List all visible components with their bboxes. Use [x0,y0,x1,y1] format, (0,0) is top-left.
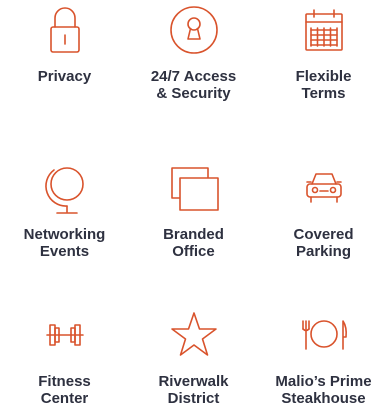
amenities-grid: Privacy 24/7 Access & Security Flexible … [0,0,388,419]
amenity-label: Networking Events [23,226,106,260]
amenity-label: Branded Office [163,226,224,260]
office-icon [166,160,222,216]
amenity-label: Flexible Terms [295,68,352,102]
globe-icon [37,160,93,216]
amenity-label: Malio’s Prime Steakhouse [275,373,372,407]
amenity-fitness-center: Fitness Center [0,307,129,407]
amenity-privacy: Privacy [0,2,129,85]
calendar-icon [296,2,352,58]
amenity-riverwalk-district: Riverwalk District [129,307,258,407]
dining-icon [296,307,352,363]
keyhole-icon [166,2,222,58]
amenity-label: Privacy [37,68,92,85]
amenity-branded-office: Branded Office [129,160,258,260]
amenity-malios-steakhouse: Malio’s Prime Steakhouse [259,307,388,407]
amenity-label: Fitness Center [38,373,91,407]
amenity-access-security: 24/7 Access & Security [129,2,258,102]
amenity-networking-events: Networking Events [0,160,129,260]
amenity-label: 24/7 Access & Security [150,68,237,102]
dumbbell-icon [37,307,93,363]
amenity-covered-parking: Covered Parking [259,160,388,260]
amenity-flexible-terms: Flexible Terms [259,2,388,102]
car-icon [296,160,352,216]
star-icon [166,307,222,363]
amenity-label: Riverwalk District [158,373,229,407]
amenity-label: Covered Parking [293,226,354,260]
lock-icon [37,2,93,58]
